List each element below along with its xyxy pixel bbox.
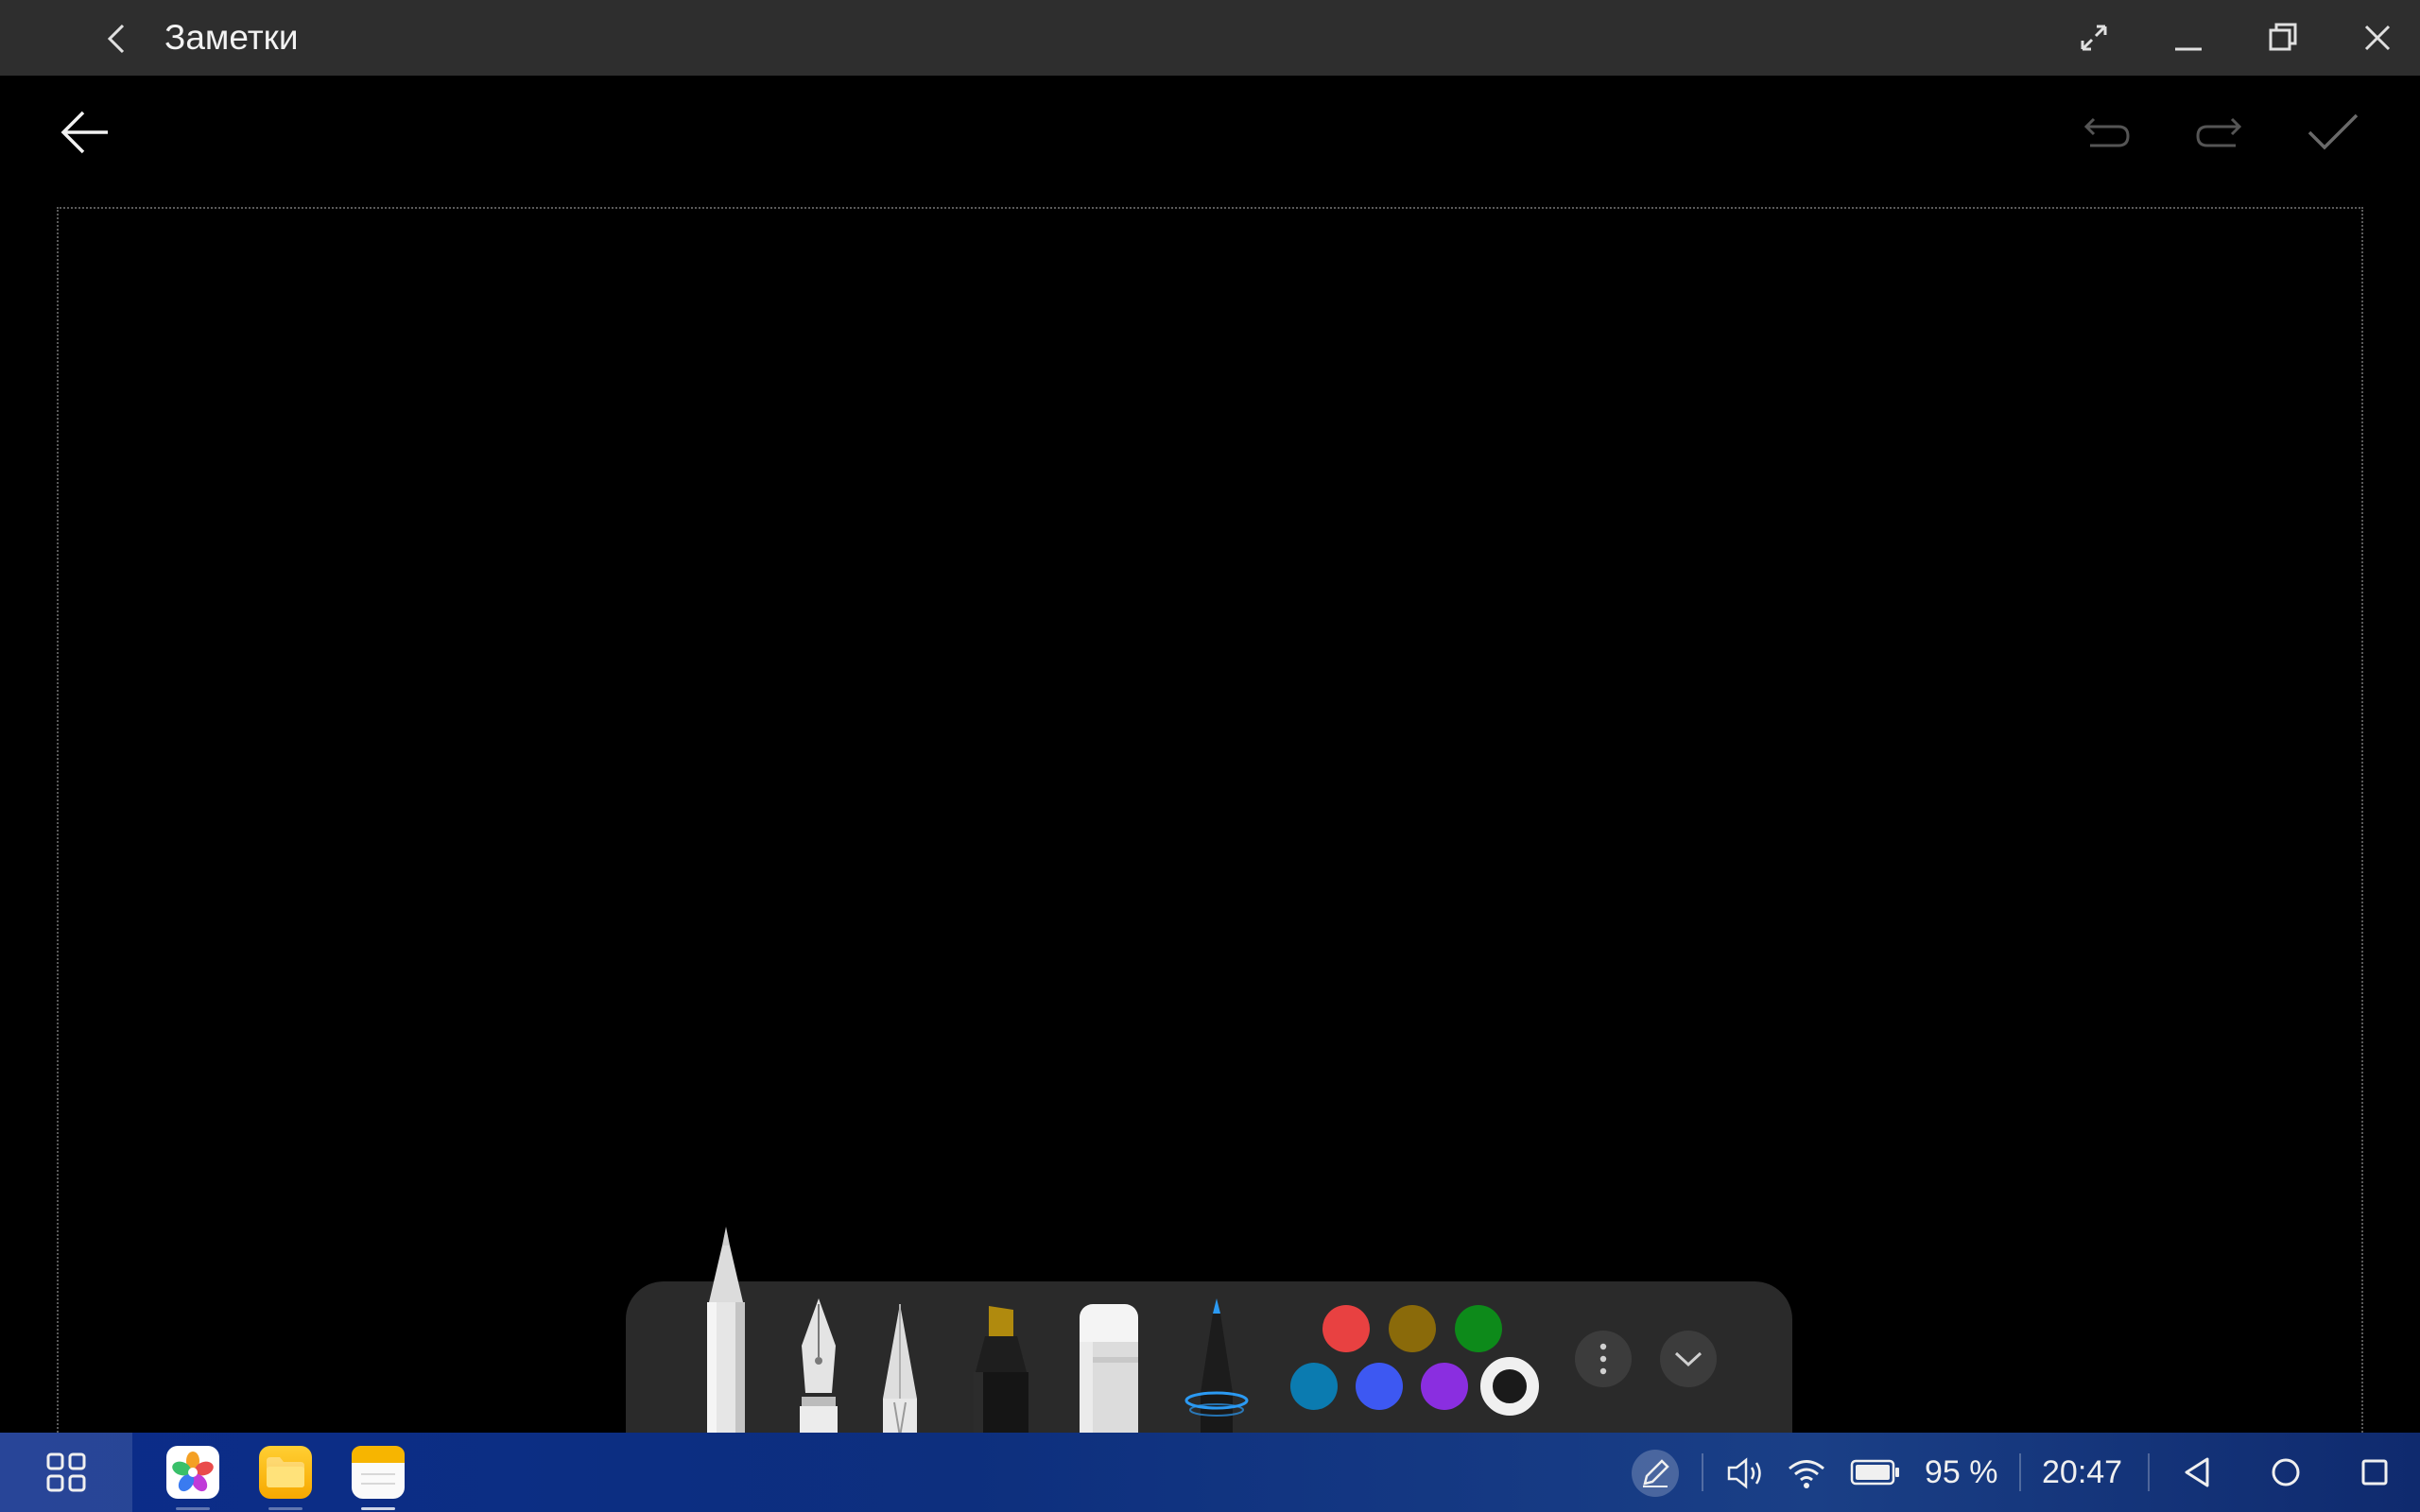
- arrow-left-icon: [60, 111, 108, 154]
- folder-icon: [267, 1457, 304, 1487]
- square-recents-icon: [2361, 1459, 2388, 1486]
- done-button[interactable]: [2303, 104, 2363, 161]
- color-red[interactable]: [1322, 1305, 1370, 1352]
- minimize-button[interactable]: [2165, 14, 2212, 61]
- tray-separator: [1702, 1453, 1703, 1491]
- nav-home-button[interactable]: [2261, 1448, 2310, 1497]
- battery-indicator[interactable]: [1849, 1453, 1902, 1491]
- close-icon: [2364, 25, 2391, 51]
- app-running-indicator: [176, 1507, 210, 1510]
- color-black-selected[interactable]: [1480, 1357, 1539, 1416]
- pen-icon: [1643, 1459, 1669, 1487]
- notepad-icon: [352, 1446, 405, 1485]
- volume-button[interactable]: [1724, 1452, 1768, 1495]
- nav-back-button[interactable]: [2172, 1448, 2221, 1497]
- battery-icon: [1850, 1459, 1899, 1486]
- more-vertical-icon: [1599, 1343, 1607, 1375]
- undo-button[interactable]: [2076, 104, 2136, 161]
- window-title: Заметки: [164, 18, 299, 57]
- nav-recents-button[interactable]: [2350, 1448, 2399, 1497]
- tray-separator: [2019, 1453, 2021, 1491]
- collapse-toolbar-button[interactable]: [1660, 1331, 1717, 1387]
- ballpoint-pen-tool[interactable]: [696, 1227, 756, 1436]
- grid-icon: [46, 1452, 86, 1492]
- checkmark-icon: [2308, 113, 2359, 150]
- circle-home-icon: [2272, 1458, 2300, 1486]
- triangle-back-icon: [2185, 1457, 2209, 1487]
- redo-icon: [2196, 117, 2242, 147]
- highlighter-tool[interactable]: [968, 1306, 1034, 1436]
- chevron-left-icon: [107, 24, 125, 54]
- color-teal-blue[interactable]: [1290, 1363, 1338, 1410]
- redo-button[interactable]: [2189, 104, 2250, 161]
- color-green[interactable]: [1455, 1305, 1502, 1352]
- clock[interactable]: 20:47: [2042, 1453, 2122, 1491]
- stylus-tray-button[interactable]: [1632, 1450, 1679, 1497]
- notes-app-icon[interactable]: [352, 1446, 405, 1510]
- drawing-canvas[interactable]: [57, 207, 2363, 1435]
- wifi-icon: [1789, 1460, 1824, 1488]
- files-app-icon[interactable]: [259, 1446, 312, 1510]
- color-olive[interactable]: [1389, 1305, 1436, 1352]
- fullscreen-button[interactable]: [2070, 14, 2118, 61]
- lasso-pen-tool[interactable]: [1184, 1298, 1250, 1436]
- battery-percentage: 95 %: [1925, 1454, 1998, 1490]
- pen-toolbar: [626, 1227, 1792, 1437]
- eraser-tool[interactable]: [1076, 1304, 1142, 1436]
- color-blue[interactable]: [1356, 1363, 1403, 1410]
- restore-icon: [2269, 23, 2297, 51]
- expand-icon: [2081, 25, 2107, 51]
- app-running-indicator: [268, 1507, 302, 1510]
- minimize-icon: [2175, 47, 2202, 51]
- calligraphy-pen-tool[interactable]: [875, 1304, 925, 1437]
- color-purple[interactable]: [1421, 1363, 1468, 1410]
- editor-back-button[interactable]: [55, 106, 115, 159]
- window-title-bar: Заметки: [0, 0, 2420, 76]
- taskbar: 95 % 20:47: [0, 1433, 2420, 1512]
- restore-button[interactable]: [2259, 14, 2307, 61]
- start-menu-button[interactable]: [0, 1433, 132, 1512]
- fountain-pen-tool[interactable]: [794, 1298, 843, 1436]
- speaker-icon: [1727, 1457, 1761, 1489]
- more-options-button[interactable]: [1575, 1331, 1632, 1387]
- undo-icon: [2083, 117, 2130, 147]
- flower-icon: [172, 1452, 214, 1492]
- photos-app-icon[interactable]: [166, 1446, 219, 1510]
- chevron-down-icon: [1674, 1351, 1703, 1367]
- wifi-button[interactable]: [1785, 1452, 1828, 1495]
- app-active-indicator: [361, 1507, 395, 1510]
- close-button[interactable]: [2354, 14, 2401, 61]
- tray-separator: [2148, 1453, 2150, 1491]
- window-back-button[interactable]: [93, 15, 140, 62]
